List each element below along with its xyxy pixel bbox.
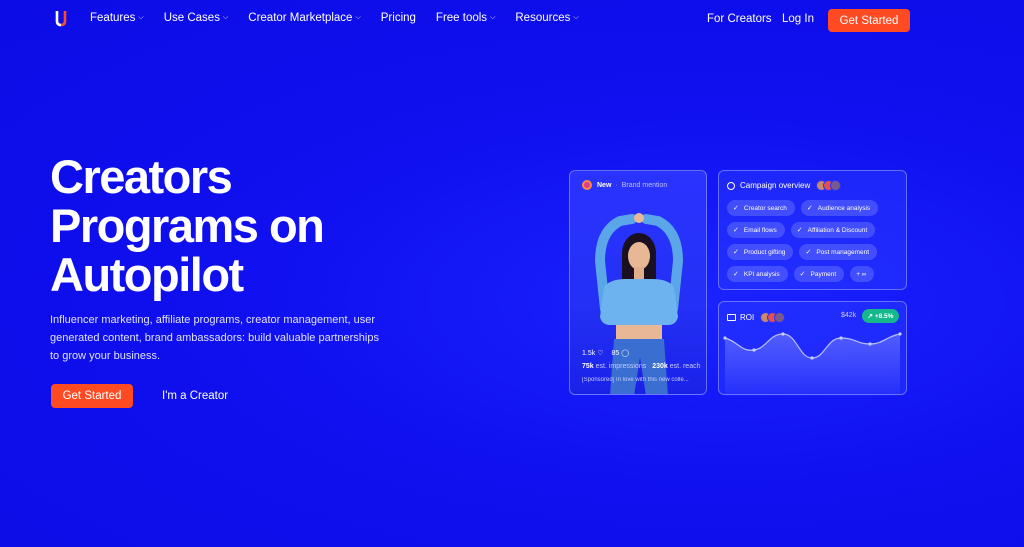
chevron-down-icon: ⌵ [222, 14, 229, 21]
impressions-label: est. impressions [595, 363, 647, 370]
im-a-creator-link[interactable]: I'm a Creator [162, 390, 228, 402]
separator-dot: · [615, 181, 618, 189]
campaign-overview-card: Campaign overview ✓ Creator search ✓ Audie… [718, 170, 907, 290]
tag-payment: ✓ Payment [793, 266, 845, 282]
roi-card: ROI $42k ↗ +8.5% [718, 301, 907, 396]
check-icon: ✓ [733, 205, 739, 212]
instagram-icon [582, 180, 592, 190]
trend-up-icon: ↗ [867, 313, 875, 320]
chevron-down-icon: ⌵ [355, 14, 361, 21]
campaign-icon [727, 181, 735, 190]
post-engagement-stats: 1.5k ♡ 85 ◯ [582, 349, 629, 357]
tag-post-management: ✓ Post management [799, 244, 878, 260]
check-icon: ✓ [796, 227, 803, 234]
tag-audience-analysis: ✓ Audience analysis [800, 200, 879, 216]
nav-item-creator-marketplace[interactable]: Creator Marketplace ⌵ [248, 12, 361, 24]
post-type-label: Brand mention [621, 181, 668, 189]
feature-tags: ✓ Creator search ✓ Audience analysis ✓ Emai… [727, 200, 905, 282]
roi-value: $42k [841, 312, 857, 319]
post-reach-stats: 75k est. impressions 230k est. reach [582, 363, 701, 370]
hero-title-line: Programs on [50, 199, 325, 252]
campaign-overview-title: Campaign overview [740, 181, 811, 190]
nav-menu: Features ⌵ Use Cases ⌵ Creator Marketplace… [90, 12, 599, 24]
tag-product-gifting: ✓ Product gifting [727, 244, 794, 260]
chevron-down-icon: ⌵ [490, 14, 496, 21]
post-caption: [Sponsored] In love with this new colle.… [582, 377, 689, 383]
reach-value: 230k [652, 363, 668, 370]
check-icon: ✓ [733, 249, 739, 256]
login-link[interactable]: Log In [782, 13, 814, 25]
avatar-group [760, 312, 786, 323]
reach-label: est. reach [669, 363, 701, 370]
tag-kpi-analysis: ✓ KPI analysis [727, 266, 788, 282]
hero-title-line: Creators [50, 150, 233, 203]
hero-title: Creators Programs on Autopilot [50, 152, 410, 299]
post-header: New · Brand mention [582, 180, 667, 190]
avatar [774, 312, 786, 323]
avatar [830, 180, 842, 191]
chevron-down-icon: ⌵ [138, 14, 144, 21]
tag-more: + ∞ [850, 266, 875, 282]
tag-creator-search: ✓ Creator search [727, 200, 795, 216]
post-new-badge: New [597, 181, 612, 189]
comment-icon: ◯ [621, 350, 630, 357]
check-icon: ✓ [805, 249, 812, 256]
nav-item-free-tools[interactable]: Free tools ⌵ [436, 12, 495, 24]
comments-stat: 85 ◯ [611, 350, 630, 357]
money-icon [727, 314, 736, 321]
nav-item-use-cases[interactable]: Use Cases ⌵ [164, 12, 229, 24]
nav-get-started-button[interactable]: Get Started [828, 9, 910, 32]
tag-affiliation-discount: ✓ Affiliation & Discount [790, 222, 876, 238]
impressions-value: 75k [582, 363, 594, 370]
check-icon: ✓ [799, 271, 806, 278]
roi-change-badge: ↗ +8.5% [862, 309, 899, 323]
tag-email-flows: ✓ Email flows [727, 222, 785, 238]
check-icon: ✓ [733, 271, 739, 278]
roi-header: ROI [727, 312, 786, 323]
check-icon: ✓ [733, 227, 739, 234]
roi-sparkline [723, 332, 902, 396]
heart-icon: ♡ [597, 350, 604, 357]
nav-item-pricing[interactable]: Pricing [381, 12, 416, 24]
nav-item-resources[interactable]: Resources ⌵ [515, 12, 578, 24]
brand-logo-icon[interactable] [55, 10, 71, 28]
instagram-post-card: New · Brand mention [569, 170, 707, 395]
hero-get-started-button[interactable]: Get Started [51, 384, 133, 408]
likes-stat: 1.5k ♡ [582, 350, 604, 357]
check-icon: ✓ [806, 205, 813, 212]
nav-item-features[interactable]: Features ⌵ [90, 12, 144, 24]
top-navigation: Features ⌵ Use Cases ⌵ Creator Marketplace… [0, 0, 1024, 40]
roi-title: ROI [740, 313, 755, 322]
campaign-overview-header: Campaign overview [727, 180, 842, 191]
hero-title-line: Autopilot [50, 248, 244, 301]
avatar-group [816, 180, 842, 191]
for-creators-link[interactable]: For Creators [707, 13, 772, 25]
hero-subtitle: Influencer marketing, affiliate programs… [50, 314, 379, 362]
chevron-down-icon: ⌵ [573, 14, 579, 21]
